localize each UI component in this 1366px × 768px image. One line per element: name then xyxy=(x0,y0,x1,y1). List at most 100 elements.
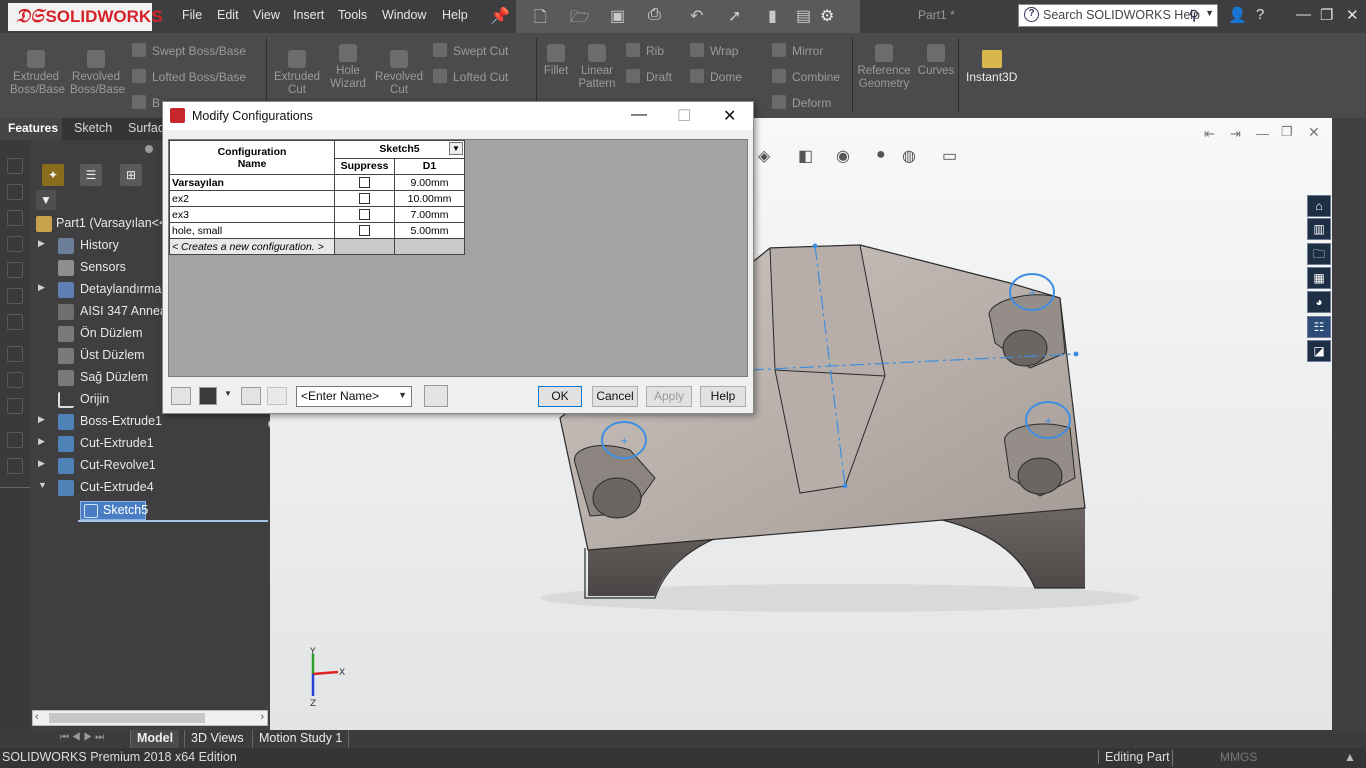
custom-properties-icon[interactable]: ☷ xyxy=(1307,316,1331,338)
tree-item-boss-extrude1[interactable]: ▶ Boss-Extrude1 xyxy=(0,412,268,432)
menu-tools[interactable]: Tools xyxy=(338,8,367,22)
viewport-close-icon[interactable]: ✕ xyxy=(1308,124,1320,141)
dialog-minimize-icon[interactable]: — xyxy=(631,106,647,124)
table-row[interactable]: ex2 10.00mm xyxy=(169,190,465,207)
d1-value-cell[interactable]: 7.00mm xyxy=(394,206,465,223)
display-style-icon[interactable]: ◧ xyxy=(798,146,813,166)
table-row[interactable]: Varsayılan 9.00mm xyxy=(169,174,465,191)
apply-button[interactable]: Apply xyxy=(646,386,692,407)
curves-button[interactable]: Curves xyxy=(916,44,956,78)
copy-table-icon[interactable] xyxy=(267,387,287,405)
dialog-title-bar[interactable]: Modify Configurations — ☐ ✕ xyxy=(163,102,753,130)
tree-item-cut-extrude4[interactable]: ▼ Cut-Extrude4 xyxy=(0,478,268,498)
table-row[interactable]: hole, small 5.00mm xyxy=(169,222,465,239)
user-icon[interactable]: 👤 xyxy=(1228,6,1247,24)
tree-item-part1[interactable]: Part1 (Varsayılan<< xyxy=(0,214,168,234)
reference-geometry-button[interactable]: Reference Geometry xyxy=(856,44,912,91)
options-gear-icon[interactable]: ⚙ xyxy=(820,6,834,26)
configuration-manager-icon[interactable]: ⊞ xyxy=(120,164,142,186)
design-library-icon[interactable]: ▥ xyxy=(1307,218,1331,240)
new-document-icon[interactable]: 🗋 xyxy=(534,6,547,33)
config-name-cell[interactable]: Varsayılan xyxy=(169,174,335,191)
rebuild-icon[interactable]: ▮ xyxy=(768,6,777,26)
traffic-light-icon[interactable] xyxy=(199,387,217,405)
tab-features[interactable]: Features xyxy=(0,118,62,140)
tree-item-cut-revolve1[interactable]: ▶ Cut-Revolve1 xyxy=(0,456,268,476)
strip-tool-icon[interactable] xyxy=(7,158,23,174)
magnifier-icon[interactable]: ⚲ xyxy=(1189,7,1199,24)
appearances-icon[interactable]: ◕ xyxy=(1307,291,1331,313)
instant3d-button[interactable]: Instant3D xyxy=(966,50,1017,84)
help-button[interactable]: Help xyxy=(700,386,746,407)
d1-value-cell[interactable]: 5.00mm xyxy=(394,222,465,239)
chevron-down-icon[interactable]: ▼ xyxy=(449,142,463,155)
tab-sketch[interactable]: Sketch xyxy=(74,121,112,135)
pin-icon[interactable]: 📌 xyxy=(490,6,510,26)
close-icon[interactable]: ✕ xyxy=(1346,6,1359,24)
appearance-icon[interactable]: ● xyxy=(876,146,886,164)
config-name-cell[interactable]: ex3 xyxy=(169,206,335,223)
menu-view[interactable]: View xyxy=(253,8,280,22)
solidworks-forum-icon[interactable]: ◪ xyxy=(1307,340,1331,362)
menu-help[interactable]: Help xyxy=(442,8,468,22)
dialog-close-icon[interactable]: ✕ xyxy=(723,106,736,126)
strip-tool-icon[interactable] xyxy=(7,184,23,200)
chevron-down-icon[interactable]: ▼ xyxy=(224,389,232,398)
units-selector[interactable]: MMGS xyxy=(1220,750,1257,764)
tree-item-cut-extrude1[interactable]: ▶ Cut-Extrude1 xyxy=(0,434,268,454)
viewport-next-icon[interactable]: ⇥ xyxy=(1230,126,1241,142)
header-sketch5[interactable]: Sketch5 ▼ xyxy=(334,140,465,159)
home-icon[interactable]: ⌂ xyxy=(1307,195,1331,217)
d1-value-cell[interactable]: 9.00mm xyxy=(394,174,465,191)
restore-icon[interactable]: ❐ xyxy=(1320,6,1333,24)
scene-icon[interactable]: ◍ xyxy=(902,146,916,166)
revolved-boss-button[interactable]: Revolved Boss/Base xyxy=(70,50,125,97)
table-name-select[interactable]: <Enter Name> ▼ xyxy=(296,386,412,407)
config-name-cell[interactable]: hole, small xyxy=(169,222,335,239)
suppress-checkbox[interactable] xyxy=(334,206,395,223)
swept-boss-button[interactable]: Swept Boss/Base xyxy=(132,43,246,58)
fillet-button[interactable]: Fillet xyxy=(540,44,572,78)
lofted-cut-button[interactable]: Lofted Cut xyxy=(433,69,508,84)
panel-splitter-dot[interactable] xyxy=(145,145,153,153)
list-view-icon[interactable] xyxy=(241,387,261,405)
horizontal-scrollbar[interactable]: ‹ › xyxy=(32,710,268,726)
scroll-right-icon[interactable]: › xyxy=(260,711,264,723)
lofted-boss-button[interactable]: Lofted Boss/Base xyxy=(132,69,246,84)
menu-file[interactable]: File xyxy=(182,8,202,22)
hide-show-icon[interactable]: ◉ xyxy=(836,146,850,166)
swept-cut-button[interactable]: Swept Cut xyxy=(433,43,508,58)
linear-pattern-button[interactable]: Linear Pattern xyxy=(576,44,618,91)
boundary-boss-button[interactable]: B xyxy=(132,95,160,110)
tab-motion-study[interactable]: Motion Study 1 xyxy=(252,730,350,748)
feature-manager-icon[interactable]: ✦ xyxy=(42,164,64,186)
viewport-restore-icon[interactable]: ❐ xyxy=(1281,124,1293,140)
menu-window[interactable]: Window xyxy=(382,8,426,22)
extruded-cut-button[interactable]: Extruded Cut xyxy=(272,50,322,97)
status-dropdown-icon[interactable]: ▲ xyxy=(1344,750,1356,764)
save-table-icon[interactable] xyxy=(424,385,448,407)
wrap-button[interactable]: Wrap xyxy=(690,43,738,58)
rib-button[interactable]: Rib xyxy=(626,43,664,58)
file-explorer-icon[interactable]: 🗀 xyxy=(1307,243,1331,265)
select-icon[interactable]: ➚ xyxy=(728,6,741,26)
suppress-checkbox[interactable] xyxy=(334,190,395,207)
filter-icon[interactable]: ▼ xyxy=(36,190,56,210)
print-icon[interactable]: ⎙ xyxy=(648,6,661,24)
revolved-cut-button[interactable]: Revolved Cut xyxy=(374,50,424,97)
tab-surfaces[interactable]: Surfac xyxy=(128,121,164,135)
table-row[interactable]: ex3 7.00mm xyxy=(169,206,465,223)
open-icon[interactable]: 🗁 xyxy=(570,6,590,33)
undo-icon[interactable]: ↶ xyxy=(690,6,703,26)
menu-insert[interactable]: Insert xyxy=(293,8,324,22)
view-orientation-icon[interactable]: ◈ xyxy=(758,146,770,166)
d1-value-cell[interactable]: 10.00mm xyxy=(394,190,465,207)
file-properties-icon[interactable]: ▤ xyxy=(796,6,811,26)
help-icon[interactable]: ? xyxy=(1256,6,1264,23)
property-manager-icon[interactable]: ☰ xyxy=(80,164,102,186)
suppress-checkbox[interactable] xyxy=(334,174,395,191)
suppress-checkbox[interactable] xyxy=(334,222,395,239)
viewport-minimize-icon[interactable]: — xyxy=(1256,126,1269,141)
ok-button[interactable]: OK xyxy=(538,386,582,407)
extruded-boss-button[interactable]: Extruded Boss/Base xyxy=(10,50,65,97)
